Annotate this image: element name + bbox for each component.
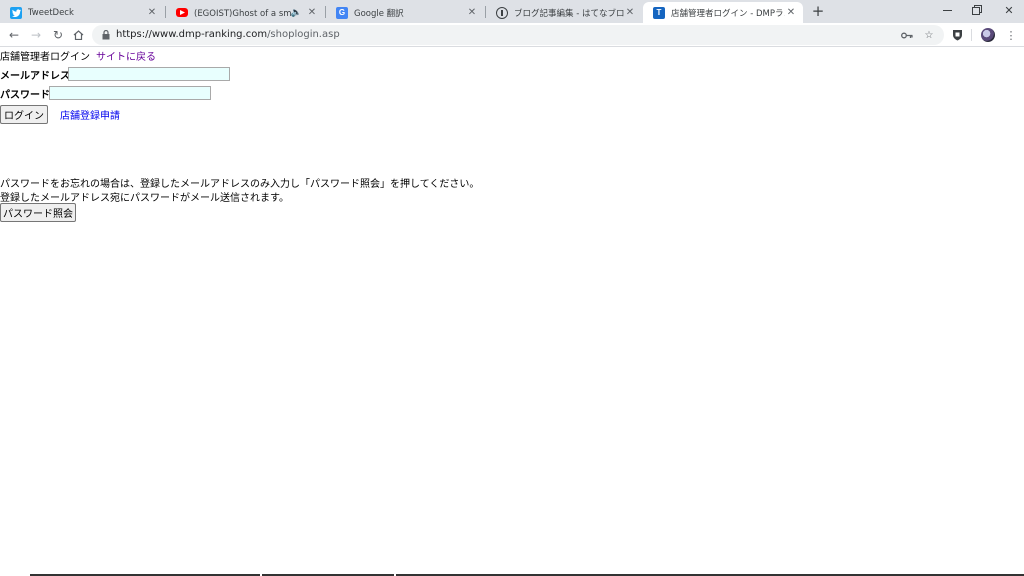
close-icon[interactable]: ✕ (306, 7, 318, 18)
tab-youtube[interactable]: (EGOIST)Ghost of a smile 歌 🔈 ✕ (166, 2, 324, 23)
bookmark-star-icon[interactable]: ☆ (922, 28, 936, 42)
back-to-site-link[interactable]: サイトに戻る (96, 48, 156, 63)
close-icon[interactable]: ✕ (624, 7, 636, 18)
more-menu-icon[interactable]: ⋮ (1002, 26, 1020, 44)
toolbar-divider (971, 29, 972, 41)
tab-google-translate[interactable]: G Google 翻訳 ✕ (326, 2, 484, 23)
dmp-ranking-icon: T (653, 6, 665, 19)
window-close-icon[interactable]: ✕ (994, 0, 1024, 20)
login-button[interactable]: ログイン (0, 105, 48, 124)
profile-avatar[interactable] (979, 26, 997, 44)
tab-title: (EGOIST)Ghost of a smile 歌 (194, 8, 291, 19)
browser-toolbar: ← → ↻ https://www.dmp-ranking.com/shoplo… (0, 23, 1024, 47)
key-icon[interactable] (900, 28, 914, 42)
restore-icon[interactable] (962, 0, 992, 20)
email-label: メールアドレス (0, 71, 70, 82)
page-content: 店舗管理者ログイン サイトに戻る メールアドレス パスワード ログイン 店舗登録… (0, 48, 1024, 576)
minimize-icon[interactable] (932, 0, 962, 20)
email-field[interactable] (68, 67, 230, 81)
tab-hatena-blog[interactable]: ブログ記事編集 - はてなブログ ✕ (486, 2, 642, 23)
google-translate-icon: G (336, 6, 348, 19)
password-inquiry-button[interactable]: パスワード照会 (0, 203, 76, 222)
twitter-bird-icon (10, 6, 22, 19)
close-icon[interactable]: ✕ (466, 7, 478, 18)
forgot-password-note: 登録したメールアドレス宛にパスワードがメール送信されます。 (0, 193, 289, 204)
speaker-icon[interactable]: 🔈 (291, 8, 302, 18)
shop-register-link[interactable]: 店舗登録申請 (60, 107, 120, 122)
page-title: 店舗管理者ログイン (0, 52, 90, 63)
tab-title: Google 翻訳 (354, 8, 404, 19)
tab-dmp-shop-login[interactable]: T 店舗管理者ログイン - DMPランキング ✕ (643, 2, 803, 23)
lock-icon (102, 30, 110, 40)
password-label: パスワード (0, 90, 50, 101)
youtube-icon (176, 8, 188, 17)
extension-shield-icon[interactable] (948, 26, 966, 44)
tab-tweetdeck[interactable]: TweetDeck ✕ (0, 2, 164, 23)
forward-arrow-icon[interactable]: → (27, 26, 45, 44)
tab-title: TweetDeck (28, 7, 74, 18)
password-field[interactable] (49, 86, 211, 100)
url-host: https://www.dmp-ranking.com (116, 29, 268, 40)
tab-title: ブログ記事編集 - はてなブログ (514, 8, 624, 19)
hatena-blog-icon (496, 6, 508, 19)
new-tab-button[interactable]: + (810, 3, 826, 19)
tab-title: 店舗管理者ログイン - DMPランキング (671, 8, 785, 19)
reload-icon[interactable]: ↻ (49, 26, 67, 44)
back-arrow-icon[interactable]: ← (5, 26, 23, 44)
address-bar[interactable]: https://www.dmp-ranking.com/shoplogin.as… (92, 25, 944, 45)
home-icon[interactable] (69, 26, 87, 44)
tab-strip: TweetDeck ✕ (EGOIST)Ghost of a smile 歌 🔈… (0, 0, 1024, 23)
close-icon[interactable]: ✕ (146, 7, 158, 18)
url-path: /shoplogin.asp (267, 29, 340, 40)
url-text: https://www.dmp-ranking.com/shoplogin.as… (116, 29, 340, 40)
forgot-password-instructions: パスワードをお忘れの場合は、登録したメールアドレスのみ入力し「パスワード照会」を… (0, 179, 480, 190)
close-icon[interactable]: ✕ (785, 7, 797, 18)
